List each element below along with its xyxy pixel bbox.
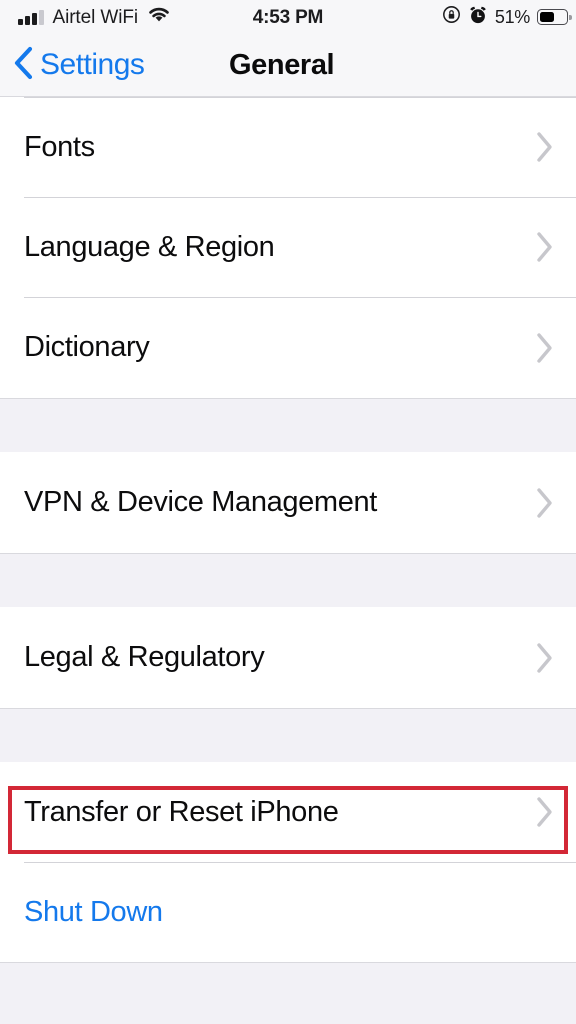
status-bar: Airtel WiFi 4:53 PM 51% — [0, 0, 576, 34]
iphone-settings-screen: Airtel WiFi 4:53 PM 51% Settings General… — [0, 0, 576, 1024]
settings-row-shut-down[interactable]: Shut Down — [0, 862, 576, 962]
row-separator — [24, 197, 576, 198]
settings-row-transfer-or-reset-iphone[interactable]: Transfer or Reset iPhone — [0, 762, 576, 862]
rotation-lock-icon — [442, 5, 461, 29]
group-top-separator — [0, 398, 576, 399]
chevron-right-icon — [534, 130, 554, 164]
settings-row-label: Language & Region — [24, 230, 275, 263]
row-separator — [24, 97, 576, 98]
group-spacer — [0, 708, 576, 762]
back-button[interactable]: Settings — [12, 34, 145, 96]
chevron-right-icon — [534, 486, 554, 520]
settings-row-label: Transfer or Reset iPhone — [24, 795, 339, 828]
settings-row-label: Dictionary — [24, 331, 150, 363]
status-bar-right: 51% — [442, 5, 572, 30]
settings-row-legal-regulatory[interactable]: Legal & Regulatory — [0, 607, 576, 708]
settings-group-display: Fonts Language & Region Dictionary — [0, 97, 576, 398]
chevron-left-icon — [12, 45, 34, 86]
back-button-label: Settings — [40, 48, 145, 81]
battery-icon — [537, 9, 572, 25]
chevron-right-icon — [534, 795, 554, 829]
settings-row-dictionary[interactable]: Dictionary — [0, 297, 576, 398]
battery-percent-label: 51% — [494, 7, 530, 27]
settings-group-legal: Legal & Regulatory — [0, 607, 576, 708]
settings-group-reset: Transfer or Reset iPhone Shut Down — [0, 762, 576, 962]
settings-row-label: Legal & Regulatory — [24, 641, 265, 673]
chevron-right-icon — [534, 641, 554, 675]
settings-row-label: Fonts — [24, 130, 95, 163]
settings-row-label: VPN & Device Management — [24, 486, 378, 518]
group-spacer — [0, 553, 576, 607]
chevron-right-icon — [534, 331, 554, 365]
group-top-separator — [0, 962, 576, 963]
chevron-right-icon — [534, 230, 554, 264]
page-title: General — [229, 48, 335, 81]
settings-row-fonts[interactable]: Fonts — [0, 97, 576, 197]
settings-row-language-region[interactable]: Language & Region — [0, 197, 576, 297]
bottom-spacer — [0, 962, 576, 1022]
group-top-separator — [0, 708, 576, 709]
alarm-clock-icon — [468, 5, 488, 30]
group-top-separator — [0, 553, 576, 554]
settings-group-vpn: VPN & Device Management — [0, 452, 576, 553]
group-spacer — [0, 398, 576, 452]
settings-row-label: Shut Down — [24, 895, 163, 928]
row-separator — [24, 297, 576, 298]
settings-row-vpn-device-management[interactable]: VPN & Device Management — [0, 452, 576, 553]
row-separator — [24, 862, 576, 863]
settings-list[interactable]: Fonts Language & Region Dictionary VPN &… — [0, 97, 576, 1024]
navigation-bar: Settings General — [0, 34, 576, 97]
